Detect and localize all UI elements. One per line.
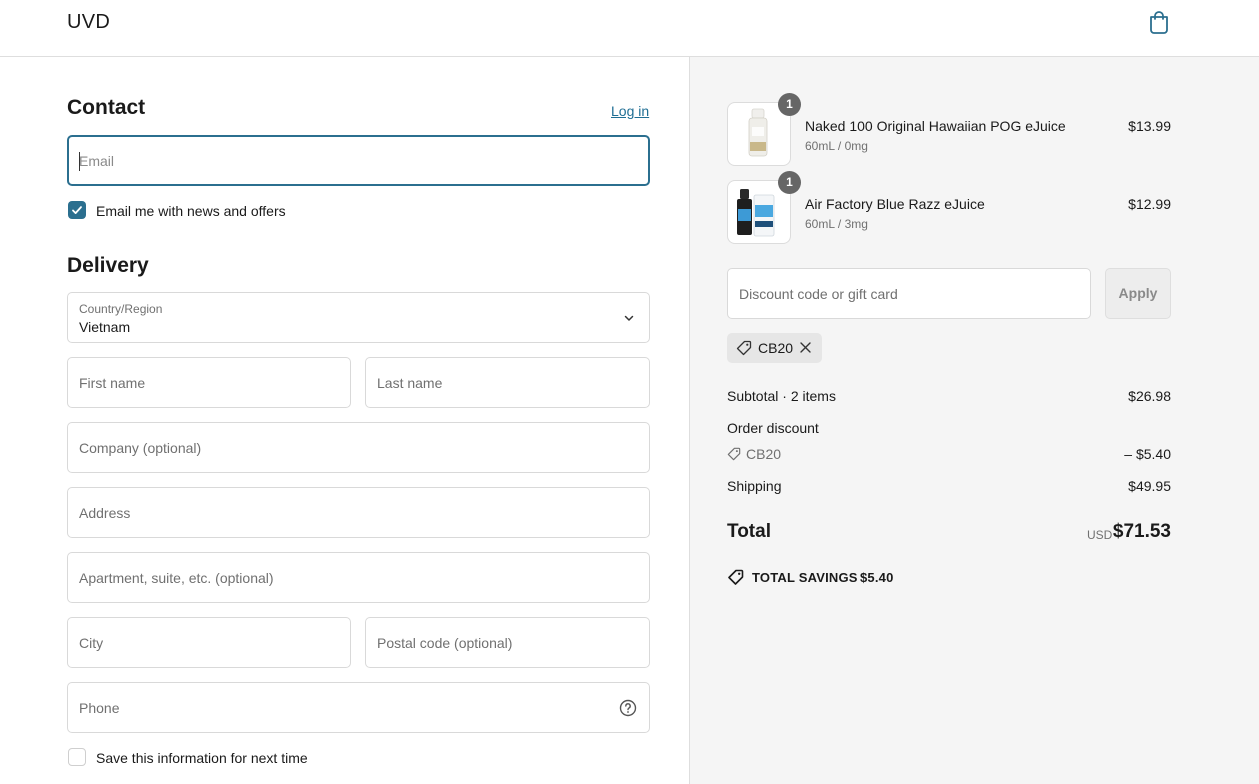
tag-icon [727,447,741,461]
company-placeholder: Company (optional) [79,439,202,456]
subtotal-label: Subtotal · 2 items [727,388,836,404]
city-placeholder: City [79,634,104,651]
delivery-heading: Delivery [67,254,149,277]
save-info-checkbox[interactable] [68,748,86,766]
shopping-bag-icon[interactable] [1148,10,1170,34]
total-value: $71.53 [1112,521,1171,542]
apartment-field[interactable]: Apartment, suite, etc. (optional) [67,552,650,603]
email-placeholder: Email [79,152,115,169]
city-field[interactable]: City [67,617,351,668]
total-label: Total [727,521,771,542]
postal-code-placeholder: Postal code (optional) [377,634,513,651]
phone-placeholder: Phone [79,699,120,716]
country-select[interactable]: Country/Region Vietnam [67,292,650,343]
postal-code-field[interactable]: Postal code (optional) [365,617,650,668]
last-name-placeholder: Last name [377,374,443,391]
product-thumbnail: 1 [727,171,801,244]
tag-icon [736,340,752,356]
contact-heading: Contact [67,96,146,119]
product-variant: 60mL / 3mg [805,217,868,231]
news-offers-checkbox[interactable] [68,201,86,219]
product-thumbnail: 1 [727,93,801,166]
discount-code-field[interactable]: Discount code or gift card [727,268,1091,319]
save-info-label: Save this information for next time [96,750,308,766]
discount-code-label: CB20 [746,446,782,462]
apply-discount-button[interactable]: Apply [1105,268,1171,319]
discount-code-placeholder: Discount code or gift card [739,285,898,302]
company-field[interactable]: Company (optional) [67,422,650,473]
product-price: $13.99 [1128,118,1171,134]
discount-value: – $5.40 [1124,446,1171,462]
shipping-value: $49.95 [1128,478,1171,494]
close-icon[interactable] [799,341,812,354]
checkout-header: UVD [0,0,1259,57]
subtotal-value: $26.98 [1128,388,1171,404]
phone-field[interactable]: Phone [67,682,650,733]
checkmark-icon [72,206,82,214]
country-label: Country/Region [79,302,163,316]
news-offers-label: Email me with news and offers [96,203,286,219]
last-name-field[interactable]: Last name [365,357,650,408]
chevron-down-icon [624,315,634,321]
total-currency: USD [1087,528,1113,542]
savings-value: $5.40 [860,570,894,585]
first-name-field[interactable]: First name [67,357,351,408]
first-name-placeholder: First name [79,374,146,391]
product-name: Air Factory Blue Razz eJuice [805,196,985,212]
shipping-label: Shipping [727,478,782,494]
store-logo[interactable]: UVD [67,11,110,34]
apartment-placeholder: Apartment, suite, etc. (optional) [79,569,274,586]
order-discount-label: Order discount [727,420,819,436]
email-field[interactable]: Email [67,135,650,186]
applied-discount-tag: CB20 [727,333,822,363]
address-placeholder: Address [79,504,131,521]
product-name: Naked 100 Original Hawaiian POG eJuice [805,118,1066,134]
savings-label: TOTAL SAVINGS [752,570,858,585]
product-price: $12.99 [1128,196,1171,212]
login-link[interactable]: Log in [611,103,649,119]
quantity-badge: 1 [778,171,801,194]
country-value: Vietnam [79,319,131,335]
address-field[interactable]: Address [67,487,650,538]
applied-discount-code: CB20 [758,340,794,356]
help-circle-icon[interactable] [619,699,637,717]
quantity-badge: 1 [778,93,801,116]
product-variant: 60mL / 0mg [805,139,868,153]
tag-icon [728,569,744,585]
